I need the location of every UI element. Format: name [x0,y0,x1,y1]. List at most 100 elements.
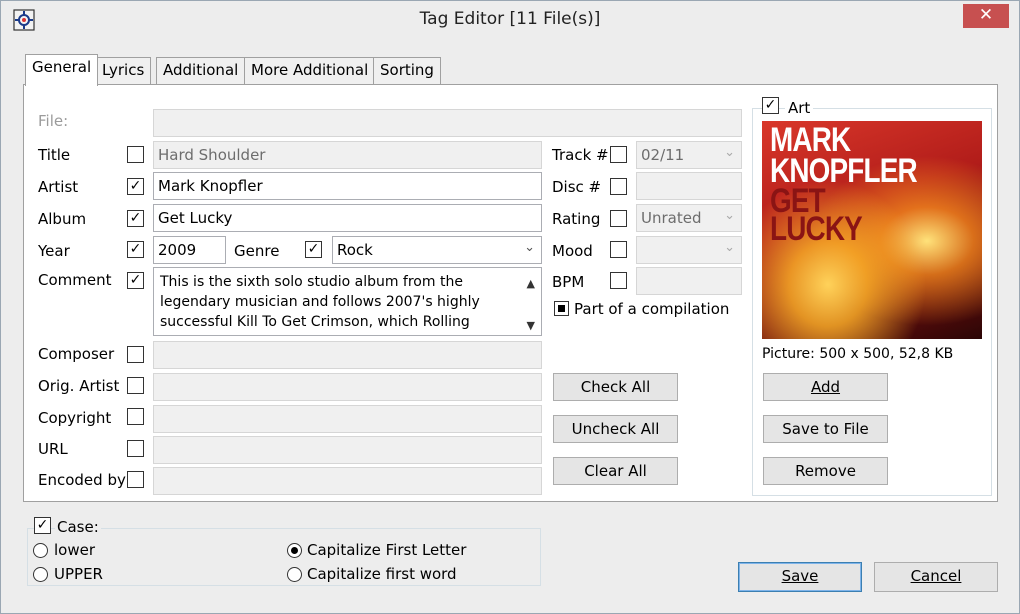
file-field [153,109,742,137]
mood-dropdown[interactable]: ⌄ [636,236,742,264]
tab-label: More Additional [251,61,369,79]
encoded-by-checkbox[interactable] [127,471,144,488]
genre-dropdown[interactable]: Rock ⌄ [332,236,542,264]
mood-label: Mood [552,242,593,260]
scroll-down-icon[interactable]: ▼ [527,316,535,335]
check-all-button[interactable]: Check All [553,373,678,401]
case-capitalize-first-word-label: Capitalize first word [307,565,457,583]
close-button[interactable]: ✕ [963,4,1009,28]
case-capitalize-first-word-radio[interactable] [287,567,302,582]
composer-label: Composer [38,345,115,363]
url-field[interactable] [153,436,542,464]
composer-checkbox[interactable] [127,346,144,363]
remove-art-button[interactable]: Remove [763,457,888,485]
album-label: Album [38,210,87,228]
cover-artist-text: MARK KNOPFLER [770,123,918,188]
disc-checkbox[interactable] [610,178,627,195]
title-checkbox[interactable] [127,146,144,163]
case-checkbox[interactable]: ✓ [34,517,51,534]
clear-all-button[interactable]: Clear All [553,457,678,485]
art-checkbox[interactable]: ✓ [762,97,779,114]
year-field[interactable]: 2009 [153,236,226,264]
tab-more-additional[interactable]: More Additional [244,57,376,85]
button-label: Cancel [910,567,962,585]
url-checkbox[interactable] [127,440,144,457]
check-icon: ✓ [129,272,142,288]
title-bar[interactable]: Tag Editor [11 File(s)] ✕ [1,1,1019,41]
save-art-to-file-button[interactable]: Save to File [763,415,888,443]
check-icon: ✓ [36,517,49,533]
tab-lyrics[interactable]: Lyrics [95,57,152,85]
cover-text-line: LUCKY [770,210,863,248]
track-checkbox[interactable] [610,146,627,163]
artist-label: Artist [38,178,79,196]
orig-artist-field[interactable] [153,373,542,401]
save-button[interactable]: Save [738,562,862,592]
genre-value: Rock [337,241,373,259]
compilation-label: Part of a compilation [574,300,730,318]
copyright-checkbox[interactable] [127,408,144,425]
composer-field[interactable] [153,341,542,369]
album-checkbox[interactable]: ✓ [127,210,144,227]
year-checkbox[interactable]: ✓ [127,241,144,258]
tab-label: Sorting [380,61,434,79]
case-capitalize-first-letter-radio[interactable] [287,543,302,558]
tab-label: Lyrics [102,61,145,79]
close-icon: ✕ [978,5,994,25]
tab-general[interactable]: General [25,54,99,86]
uncheck-all-button[interactable]: Uncheck All [553,415,678,443]
url-label: URL [38,440,68,458]
mood-checkbox[interactable] [610,241,627,258]
scroll-up-icon[interactable]: ▲ [527,274,535,294]
picture-info: Picture: 500 x 500, 52,8 KB [762,346,954,362]
track-value: 02/11 [641,146,685,164]
art-label: Art [785,99,814,117]
album-field[interactable]: Get Lucky [153,204,542,232]
check-icon: ✓ [129,241,142,257]
comment-checkbox[interactable]: ✓ [127,272,144,289]
button-label: Remove [795,462,856,480]
encoded-by-field[interactable] [153,467,542,495]
track-dropdown[interactable]: 02/11 ⌄ [636,141,742,169]
tab-sorting[interactable]: Sorting [373,57,441,85]
case-label: Case: [55,518,101,536]
encoded-by-label: Encoded by [38,471,126,489]
copyright-field[interactable] [153,405,542,433]
check-icon: ✓ [129,210,142,226]
artist-checkbox[interactable]: ✓ [127,178,144,195]
add-art-button[interactable]: Add [763,373,888,401]
compilation-checkbox[interactable] [554,301,569,316]
case-upper-radio[interactable] [33,567,48,582]
comment-text: This is the sixth solo studio album from… [160,274,480,330]
bpm-field[interactable] [636,267,742,295]
artist-field[interactable]: Mark Knopfler [153,172,542,200]
comment-label: Comment [38,271,112,289]
chevron-down-icon: ⌄ [724,240,735,255]
rating-value: Unrated [641,209,702,227]
genre-checkbox[interactable]: ✓ [305,241,322,258]
check-icon: ✓ [307,241,320,257]
chevron-down-icon: ⌄ [524,240,535,255]
disc-field[interactable] [636,172,742,200]
button-label: Add [810,378,841,396]
button-label: Save [781,567,819,585]
album-art-image: MARK KNOPFLER GET LUCKY [762,121,982,339]
tab-additional[interactable]: Additional [156,57,246,85]
rating-label: Rating [552,210,601,228]
title-field[interactable]: Hard Shoulder [153,141,542,169]
button-label: Save to File [782,420,869,438]
cancel-button[interactable]: Cancel [874,562,998,592]
case-lower-radio[interactable] [33,543,48,558]
disc-label: Disc # [552,178,602,196]
case-capitalize-first-letter-label: Capitalize First Letter [307,541,467,559]
rating-checkbox[interactable] [610,210,627,227]
bpm-checkbox[interactable] [610,272,627,289]
chevron-down-icon: ⌄ [724,208,735,223]
case-lower-label: lower [54,541,96,559]
orig-artist-checkbox[interactable] [127,377,144,394]
copyright-label: Copyright [38,409,112,427]
window-title: Tag Editor [11 File(s)] [419,9,601,29]
comment-textarea[interactable]: This is the sixth solo studio album from… [153,267,542,336]
rating-dropdown[interactable]: Unrated ⌄ [636,204,742,232]
tab-label: General [32,58,92,76]
